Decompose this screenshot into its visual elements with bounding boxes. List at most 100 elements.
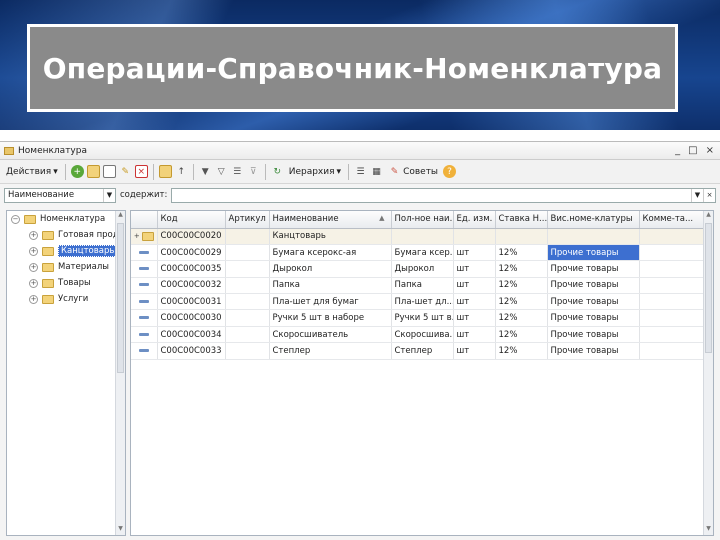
column-header[interactable]: Ед. изм. — [453, 211, 496, 229]
cell-comment[interactable] — [639, 326, 706, 344]
scroll-down-icon[interactable]: ▼ — [704, 525, 713, 535]
add-icon[interactable]: + — [70, 165, 84, 178]
clear-icon[interactable]: × — [703, 188, 715, 202]
cell-code[interactable]: С00С00С0033 — [157, 342, 226, 360]
cell-code[interactable]: С00С00С0030 — [157, 309, 226, 327]
tree-view-icon[interactable]: ▦ — [370, 165, 383, 178]
cell-name[interactable]: Дырокол — [269, 260, 392, 278]
cell-article[interactable] — [225, 260, 270, 278]
cell-vat[interactable]: 12% — [495, 277, 548, 295]
cell-full-name[interactable]: Дырокол — [391, 260, 454, 278]
cell-full-name[interactable]: Ручки 5 шт в... — [391, 309, 454, 327]
cell-full-name[interactable]: Степлер — [391, 342, 454, 360]
column-header[interactable]: Вис.номе-клатуры — [547, 211, 640, 229]
column-header[interactable]: Код — [157, 211, 226, 229]
cell-name[interactable]: Скоросшиватель — [269, 326, 392, 344]
filter-icon[interactable]: ▼ — [199, 165, 212, 178]
cell-name[interactable]: Пла-шет для бумаг — [269, 293, 392, 311]
cell-vat[interactable]: 12% — [495, 326, 548, 344]
cell-comment[interactable] — [639, 277, 706, 295]
cell-unit[interactable]: шт — [453, 309, 496, 327]
cell-unit[interactable]: шт — [453, 277, 496, 295]
filter-field-select[interactable]: Наименование ▼ — [4, 187, 116, 203]
filter-by-value-icon[interactable]: ▽ — [215, 165, 228, 178]
table-row[interactable]: С00С00С0033 Степлер Степлер шт 12% Прочие тов… — [131, 342, 706, 360]
delete-icon[interactable]: × — [134, 165, 148, 178]
table-row[interactable]: С00С00С0030 Ручки 5 шт в наборе Ручки 5 шт… — [131, 309, 706, 327]
chevron-down-icon[interactable]: ▼ — [103, 188, 115, 202]
cell-name[interactable]: Степлер — [269, 342, 392, 360]
cell-name[interactable]: Ручки 5 шт в наборе — [269, 309, 392, 327]
copy-icon[interactable] — [102, 165, 116, 178]
cell-article[interactable] — [225, 228, 270, 245]
cell-name[interactable]: Канцтоварь — [269, 228, 392, 245]
scroll-thumb[interactable] — [705, 223, 712, 353]
scroll-thumb[interactable] — [117, 223, 124, 373]
tree-item[interactable]: + Материалы — [7, 259, 125, 275]
scroll-up-icon[interactable]: ▲ — [704, 211, 713, 221]
column-header[interactable]: Комме-та... — [639, 211, 706, 229]
cell-code[interactable]: С00С00С0020 — [157, 228, 226, 245]
help-icon[interactable]: ? — [443, 165, 457, 178]
column-header[interactable]: Артикул — [225, 211, 270, 229]
cell-comment[interactable] — [639, 244, 706, 262]
move-to-group-icon[interactable] — [158, 165, 172, 178]
expand-icon[interactable]: + — [29, 246, 38, 256]
cell-full-name[interactable]: Бумага ксер... — [391, 244, 454, 262]
cell-code[interactable]: С00С00С0032 — [157, 277, 226, 295]
cell-full-name[interactable]: Папка — [391, 277, 454, 295]
hierarchy-menu-button[interactable]: Иерархия ▾ — [287, 167, 343, 177]
tips-button[interactable]: ✎ Советы — [386, 165, 440, 178]
cell-vat[interactable]: 12% — [495, 293, 548, 311]
expand-icon[interactable]: + — [29, 262, 38, 272]
expand-icon[interactable]: + — [29, 278, 38, 288]
cell-unit[interactable]: шт — [453, 260, 496, 278]
actions-menu-button[interactable]: Действия ▾ — [4, 167, 60, 177]
cell-article[interactable] — [225, 326, 270, 344]
filter-list-icon[interactable]: ☰ — [231, 165, 244, 178]
cell-unit[interactable]: шт — [453, 342, 496, 360]
cell-vat[interactable] — [495, 228, 548, 245]
cell-comment[interactable] — [639, 293, 706, 311]
cell-name[interactable]: Папка — [269, 277, 392, 295]
table-row[interactable]: С00С00С0029 Бумага ксерокс-ая Бумага ксер.… — [131, 244, 706, 262]
cell-kind[interactable]: Прочие товары — [547, 309, 640, 327]
cell-vat[interactable]: 12% — [495, 309, 548, 327]
tree-scrollbar[interactable]: ▲ ▼ — [115, 211, 125, 535]
cell-kind[interactable]: Прочие товары — [547, 342, 640, 360]
level-up-icon[interactable]: ↑ — [175, 165, 188, 178]
cell-article[interactable] — [225, 293, 270, 311]
cell-article[interactable] — [225, 342, 270, 360]
column-header[interactable]: Ставка Н... — [495, 211, 548, 229]
clear-filter-icon[interactable]: ⊽ — [247, 165, 260, 178]
cell-article[interactable] — [225, 309, 270, 327]
cell-kind[interactable]: Прочие товары — [547, 293, 640, 311]
column-header[interactable]: Пол-ное наи... — [391, 211, 454, 229]
cell-full-name[interactable]: Пла-шет дл... — [391, 293, 454, 311]
column-header-name[interactable]: Наименование ▲ — [269, 211, 392, 229]
cell-comment[interactable] — [639, 260, 706, 278]
cell-code[interactable]: С00С00С0031 — [157, 293, 226, 311]
cell-kind[interactable]: Прочие товары — [547, 277, 640, 295]
cell-article[interactable] — [225, 277, 270, 295]
chevron-down-icon[interactable]: ▼ — [691, 188, 703, 202]
cell-name[interactable]: Бумага ксерокс-ая — [269, 244, 392, 262]
scroll-down-icon[interactable]: ▼ — [116, 525, 125, 535]
cell-kind[interactable] — [547, 228, 640, 245]
restore-button[interactable]: □ — [688, 145, 697, 156]
refresh-icon[interactable]: ↻ — [271, 165, 284, 178]
expand-icon[interactable]: + — [29, 294, 38, 304]
tree-item[interactable]: + Готовая прод — [7, 227, 125, 243]
cell-unit[interactable]: шт — [453, 293, 496, 311]
expand-icon[interactable]: + — [29, 230, 38, 240]
cell-vat[interactable]: 12% — [495, 260, 548, 278]
cell-comment[interactable] — [639, 309, 706, 327]
cell-code[interactable]: С00С00С0035 — [157, 260, 226, 278]
list-view-icon[interactable]: ☰ — [354, 165, 367, 178]
scroll-up-icon[interactable]: ▲ — [116, 211, 125, 221]
cell-unit[interactable]: шт — [453, 326, 496, 344]
table-row[interactable]: С00С00С0032 Папка Папка шт 12% Прочие товары — [131, 277, 706, 295]
cell-unit[interactable] — [453, 228, 496, 245]
close-button[interactable]: × — [706, 145, 714, 156]
cell-unit[interactable]: шт — [453, 244, 496, 262]
